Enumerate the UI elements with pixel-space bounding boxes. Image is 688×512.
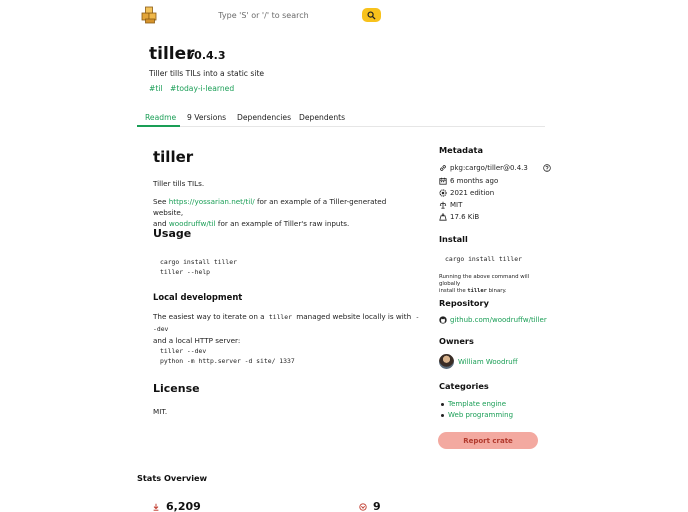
size-text: 17.6 KiB xyxy=(450,213,480,221)
metadata-purl: pkg:cargo/tiller@0.4.3 xyxy=(439,163,528,173)
install-binary-name: tiller xyxy=(467,288,487,294)
calendar-icon xyxy=(439,177,447,185)
scale-icon xyxy=(439,201,447,209)
metadata-edition: 2021 edition xyxy=(439,188,494,198)
crate-tabs: Readme 9 Versions Dependencies Dependent… xyxy=(137,110,545,127)
github-icon xyxy=(439,316,447,324)
code-line: tiller --dev xyxy=(160,347,207,355)
license-text: MIT. xyxy=(153,407,168,416)
stats-heading: Stats Overview xyxy=(137,473,208,483)
readme-text: The easiest way to iterate on a xyxy=(153,312,267,321)
metadata-license: MIT xyxy=(439,200,462,210)
install-note-text: Running the above command will globally xyxy=(439,274,530,287)
readme-see-paragraph: See https://yossarian.net/til/ for an ex… xyxy=(153,196,413,229)
local-dev-heading: Local development xyxy=(153,292,243,302)
downloads-count: 6,209 xyxy=(166,500,201,512)
install-note-text: binary. xyxy=(486,288,507,294)
install-note: Running the above command will globally … xyxy=(439,274,549,295)
usage-code-block: cargo install tiller tiller --help xyxy=(160,257,237,277)
categories-heading: Categories xyxy=(439,381,489,391)
install-note-text: install the xyxy=(439,288,468,294)
category-web-programming[interactable]: Web programming xyxy=(448,410,513,421)
code-line: tiller --help xyxy=(160,268,211,276)
tab-readme[interactable]: Readme xyxy=(145,113,176,122)
inline-code: tiller xyxy=(268,313,292,321)
license-heading: License xyxy=(153,382,200,395)
readme-text: managed website locally is with xyxy=(293,312,414,321)
downloads-stat: 6,209 xyxy=(152,500,201,512)
yossarian-link[interactable]: https://yossarian.net/til/ xyxy=(169,197,255,206)
search-button[interactable] xyxy=(362,8,381,22)
readme-intro: Tiller tills TILs. xyxy=(153,179,205,188)
license-text: MIT xyxy=(450,201,463,209)
tab-versions[interactable]: 9 Versions xyxy=(187,113,226,122)
readme-text: and a local HTTP server: xyxy=(153,336,241,345)
category-item: Template engine xyxy=(441,399,513,410)
owner-name-link[interactable]: William Woodruff xyxy=(458,358,518,366)
versions-stat: 9 xyxy=(359,500,381,512)
help-icon[interactable] xyxy=(543,164,551,172)
local-dev-paragraph: The easiest way to iterate on a tiller m… xyxy=(153,311,423,346)
search-input[interactable] xyxy=(166,7,361,23)
report-crate-button[interactable]: Report crate xyxy=(438,432,538,449)
rust-edition-icon xyxy=(439,189,447,197)
avatar xyxy=(439,354,454,369)
download-icon xyxy=(153,503,159,511)
tab-dependents[interactable]: Dependents xyxy=(299,113,345,122)
keyword-til[interactable]: #til xyxy=(149,84,163,93)
local-dev-code-block: tiller --dev python -m http.server -d sit… xyxy=(160,346,295,366)
metadata-heading: Metadata xyxy=(439,145,483,155)
categories-list: Template engine Web programming xyxy=(441,399,513,421)
owners-heading: Owners xyxy=(439,336,474,346)
keyword-today-i-learned[interactable]: #today-i-learned xyxy=(170,84,234,93)
install-command[interactable]: cargo install tiller xyxy=(445,255,522,263)
owner-item[interactable]: William Woodruff xyxy=(439,354,518,369)
versions-icon xyxy=(359,502,367,511)
readme-text: for an example of Tiller's raw inputs. xyxy=(215,219,350,228)
code-line: cargo install tiller xyxy=(160,258,237,266)
edition-text: 2021 edition xyxy=(450,189,495,197)
install-heading: Install xyxy=(439,234,468,244)
code-line: python -m http.server -d site/ 1337 xyxy=(160,357,295,365)
metadata-age: 6 months ago xyxy=(439,176,498,186)
purl-text: pkg:cargo/tiller@0.4.3 xyxy=(450,164,528,172)
active-tab-indicator xyxy=(137,125,180,127)
category-template-engine[interactable]: Template engine xyxy=(448,399,506,410)
search-icon xyxy=(367,10,376,20)
repository-heading: Repository xyxy=(439,298,489,308)
crate-description: Tiller tills TILs into a static site xyxy=(149,69,265,78)
versions-count: 9 xyxy=(373,500,381,512)
repository-text[interactable]: github.com/woodruffw/tiller xyxy=(450,316,547,324)
crate-version: v0.4.3 xyxy=(187,49,226,62)
weight-icon xyxy=(439,213,447,221)
readme-text: See xyxy=(153,197,169,206)
age-text: 6 months ago xyxy=(450,177,499,185)
repository-link[interactable]: github.com/woodruffw/tiller xyxy=(439,316,547,324)
tab-dependencies[interactable]: Dependencies xyxy=(237,113,291,122)
usage-heading: Usage xyxy=(153,227,192,240)
crates-logo-icon[interactable] xyxy=(141,6,159,24)
readme-title: tiller xyxy=(153,148,194,166)
link-icon xyxy=(440,165,446,171)
metadata-size: 17.6 KiB xyxy=(439,212,479,222)
category-item: Web programming xyxy=(441,410,513,421)
